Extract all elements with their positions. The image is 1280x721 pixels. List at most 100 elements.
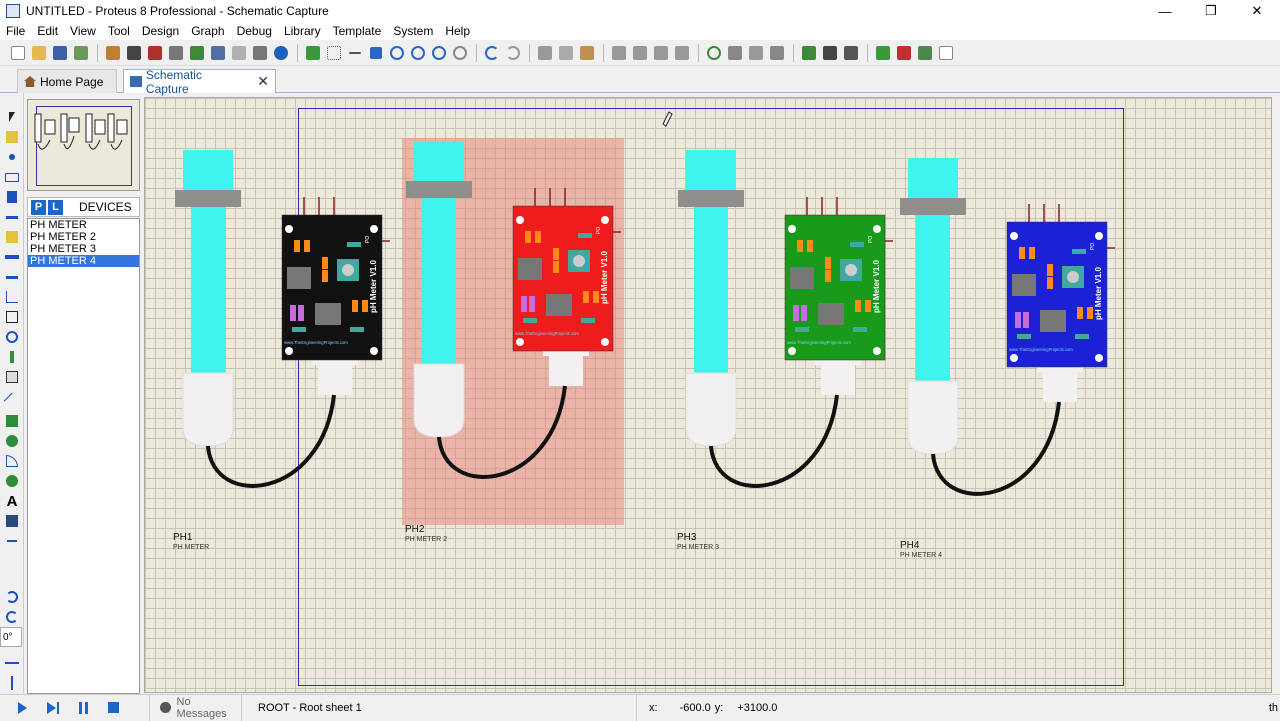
grid-icon[interactable] — [324, 43, 344, 63]
restore-button[interactable]: ❐ — [1188, 0, 1234, 22]
zoom-out-icon[interactable] — [408, 43, 428, 63]
list-item[interactable]: PH METER — [28, 219, 139, 231]
search-tag-icon[interactable] — [820, 43, 840, 63]
device-pins-icon[interactable] — [0, 267, 24, 287]
remove-sheet-icon[interactable] — [894, 43, 914, 63]
menu-design[interactable]: Design — [136, 24, 185, 38]
menu-view[interactable]: View — [64, 24, 102, 38]
marker-icon[interactable] — [0, 531, 24, 551]
list-item[interactable]: PH METER 3 — [28, 243, 139, 255]
subcircuit-icon[interactable] — [0, 227, 24, 247]
save-icon[interactable] — [50, 43, 70, 63]
virtual-instruments-icon[interactable] — [0, 367, 24, 387]
property-assignment-icon[interactable] — [841, 43, 861, 63]
pick-device-icon[interactable] — [704, 43, 724, 63]
packaging-tool-icon[interactable] — [746, 43, 766, 63]
open-folder-icon[interactable] — [29, 43, 49, 63]
redo-icon[interactable] — [503, 43, 523, 63]
pause-button[interactable] — [79, 701, 88, 714]
rotation-angle-field[interactable]: 0° — [0, 627, 22, 647]
wire-autorouter-icon[interactable] — [799, 43, 819, 63]
menu-template[interactable]: Template — [327, 24, 388, 38]
paste-icon[interactable] — [577, 43, 597, 63]
source-code-icon[interactable] — [250, 43, 270, 63]
rotate-clockwise-icon[interactable] — [0, 587, 24, 607]
terminals-icon[interactable] — [0, 247, 24, 267]
text-icon[interactable]: A — [0, 491, 24, 511]
help-icon[interactable] — [271, 43, 291, 63]
overview-window[interactable] — [27, 99, 140, 191]
block-move-icon[interactable] — [630, 43, 650, 63]
junction-dot-icon[interactable] — [0, 147, 24, 167]
pan-icon[interactable] — [366, 43, 386, 63]
voltage-probe-icon[interactable] — [0, 347, 24, 367]
design-explorer-icon[interactable] — [208, 43, 228, 63]
import-icon[interactable] — [71, 43, 91, 63]
close-tab-icon[interactable]: ✕ — [257, 73, 269, 90]
mirror-vertical-icon[interactable] — [0, 673, 24, 693]
tab-home-page[interactable]: Home Page — [17, 69, 117, 93]
messages-panel[interactable]: No Messages — [150, 694, 242, 721]
tab-schematic-capture[interactable]: Schematic Capture ✕ — [123, 68, 276, 96]
path-icon[interactable] — [0, 471, 24, 491]
menu-library[interactable]: Library — [278, 24, 327, 38]
cut-icon[interactable] — [535, 43, 555, 63]
play-button[interactable] — [18, 701, 27, 714]
menu-system[interactable]: System — [387, 24, 439, 38]
stop-button[interactable] — [108, 702, 119, 713]
list-item-selected[interactable]: PH METER 4 — [28, 255, 139, 267]
graph-mode-icon[interactable] — [0, 287, 24, 307]
probe-tube — [916, 215, 950, 381]
copy-icon[interactable] — [556, 43, 576, 63]
make-device-icon[interactable] — [725, 43, 745, 63]
new-file-icon[interactable] — [8, 43, 28, 63]
library-manager-button[interactable]: L — [48, 199, 63, 215]
home-icon[interactable] — [103, 43, 123, 63]
exit-to-parent-icon[interactable] — [915, 43, 935, 63]
menu-debug[interactable]: Debug — [231, 24, 278, 38]
wire-label-icon[interactable] — [0, 167, 24, 187]
step-button[interactable] — [47, 701, 59, 714]
block-delete-icon[interactable] — [672, 43, 692, 63]
gerber-icon[interactable] — [187, 43, 207, 63]
bom-icon[interactable] — [229, 43, 249, 63]
menu-graph[interactable]: Graph — [185, 24, 230, 38]
selection-mode-icon[interactable] — [0, 107, 24, 127]
circle-icon[interactable] — [0, 431, 24, 451]
arc-icon[interactable] — [0, 451, 24, 471]
menu-edit[interactable]: Edit — [31, 24, 64, 38]
refresh-icon[interactable] — [303, 43, 323, 63]
zoom-area-icon[interactable] — [450, 43, 470, 63]
3d-view-icon[interactable] — [166, 43, 186, 63]
generator-icon[interactable] — [0, 327, 24, 347]
rotate-anticlockwise-icon[interactable] — [0, 607, 24, 627]
schematic-canvas[interactable]: A0GNDVccpH Meter V1.0POwww.TheEngineerin… — [144, 97, 1272, 693]
list-item[interactable]: PH METER 2 — [28, 231, 139, 243]
new-sheet-icon[interactable] — [873, 43, 893, 63]
box-icon[interactable] — [0, 411, 24, 431]
origin-icon[interactable] — [345, 43, 365, 63]
pick-devices-button[interactable]: P — [31, 199, 46, 215]
mirror-horizontal-icon[interactable] — [0, 653, 24, 673]
menu-file[interactable]: File — [0, 24, 31, 38]
close-button[interactable]: ✕ — [1234, 0, 1280, 22]
pcb-icon[interactable] — [145, 43, 165, 63]
menu-help[interactable]: Help — [439, 24, 476, 38]
symbol-icon[interactable] — [0, 511, 24, 531]
minimize-button[interactable]: — — [1142, 0, 1188, 22]
component-mode-icon[interactable] — [0, 127, 24, 147]
resistor — [855, 300, 861, 312]
block-rotate-icon[interactable] — [651, 43, 671, 63]
menu-tool[interactable]: Tool — [102, 24, 136, 38]
report-icon[interactable] — [936, 43, 956, 63]
schematic-icon[interactable] — [124, 43, 144, 63]
block-copy-icon[interactable] — [609, 43, 629, 63]
zoom-in-icon[interactable] — [387, 43, 407, 63]
undo-icon[interactable] — [482, 43, 502, 63]
text-script-icon[interactable] — [0, 187, 24, 207]
zoom-all-icon[interactable] — [429, 43, 449, 63]
buses-icon[interactable] — [0, 207, 24, 227]
decompose-icon[interactable] — [767, 43, 787, 63]
tape-recorder-icon[interactable] — [0, 307, 24, 327]
line-icon[interactable] — [0, 391, 24, 411]
